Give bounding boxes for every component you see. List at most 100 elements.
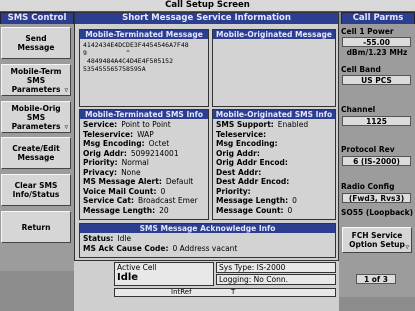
status-area: Active Cell Idle Sys Type: IS-2000 Loggi… <box>74 261 339 311</box>
cell-power-label[interactable]: Cell 1 Power <box>341 27 394 36</box>
field-value: Broadcast Emer <box>137 196 198 205</box>
field-label: Service: <box>83 120 118 129</box>
field-value: 0 Address vacant <box>172 243 238 253</box>
mo-info-row: Message Count: 0 <box>216 206 332 216</box>
softkey-label: Clear SMS Info/Status <box>12 181 60 199</box>
mo-message-panel: Mobile-Originated Message <box>212 29 336 107</box>
field-label: Dest Addr: <box>216 167 262 177</box>
mo-info-panel: Mobile-Originated SMS Info SMS Support: E… <box>212 109 336 220</box>
mt-info-row: Orig Addr: 5099214001 <box>83 149 205 159</box>
page-indicator[interactable]: 1 of 3 <box>356 274 396 284</box>
active-cell-value: Idle <box>117 272 139 283</box>
field-value: 0 <box>160 186 166 196</box>
logging-status: Logging: No Conn. <box>216 274 336 285</box>
ack-info-header: SMS Message Acknowledge Info <box>80 224 335 233</box>
field-label: Orig Addr: <box>216 148 260 158</box>
softkey-button-2[interactable]: Mobile-Term SMS Parameters ▿ <box>1 64 71 96</box>
indicator-bar: IntRef T <box>114 288 336 297</box>
mt-message-text: 4142434E4DCDE3F4454546A7F48 9 ^ 4849484A… <box>83 41 189 73</box>
more-arrow-icon: ▿ <box>64 123 68 131</box>
softkey-label: Mobile-Orig SMS Parameters <box>11 103 61 131</box>
field-label: Priority: <box>83 158 118 167</box>
ack-info-row: MS Ack Cause Code: 0 Address vacant <box>83 244 332 254</box>
active-cell-box: Active Cell Idle <box>114 262 214 286</box>
mt-info-row: MS Message Alert: Default <box>83 177 205 187</box>
field-label: Privacy: <box>83 167 118 177</box>
field-value: 0 <box>287 205 293 215</box>
field-label: Msg Encoding: <box>83 139 145 148</box>
field-value: 0 <box>292 196 297 205</box>
mo-info-header: Mobile-Originated SMS Info <box>213 110 335 119</box>
cell-band-value[interactable]: US PCS <box>342 75 411 85</box>
field-value: Normal <box>121 158 149 167</box>
radio-config-value[interactable]: (Fwd3, Rvs3) <box>342 193 411 203</box>
mo-info-rows: SMS Support: Enabled Teleservice: Msg Encod… <box>213 119 335 216</box>
left-softkey-column: Send Message Mobile-Term SMS Parameters ▿ M… <box>0 24 74 271</box>
mt-message-panel: Mobile-Terminated Message 4142434E4DCDE3… <box>79 29 209 107</box>
softkey-button-5[interactable]: Clear SMS Info/Status <box>1 174 71 206</box>
active-cell-label: Active Cell <box>117 263 157 272</box>
mt-info-row: Voice Mail Count: 0 <box>83 187 205 197</box>
field-label: Teleservice: <box>83 129 134 139</box>
more-arrow-icon: ▿ <box>405 243 409 251</box>
fch-service-option-button[interactable]: FCH Service Option Setup ▿ <box>342 227 412 253</box>
mo-info-row: Message Length: 0 <box>216 196 332 206</box>
field-label: Voice Mail Count: <box>83 186 157 196</box>
mt-info-rows: Service: Point to Point Teleservice: WAP Msg… <box>80 119 208 216</box>
field-label: Teleservice: <box>216 129 267 139</box>
ack-info-rows: Status: Idle MS Ack Cause Code: 0 Address v… <box>80 233 335 254</box>
field-value: Octet <box>148 139 170 148</box>
mt-info-row: Service: Point to Point <box>83 120 205 130</box>
softkey-button-3[interactable]: Mobile-Orig SMS Parameters ▿ <box>1 101 71 133</box>
mt-info-row: Msg Encoding: Octet <box>83 139 205 149</box>
softkey-label: Send Message <box>17 34 55 52</box>
field-label: Orig Addr Encod: <box>216 158 288 167</box>
field-label: Message Length: <box>216 196 289 205</box>
mo-info-row: Teleservice: <box>216 130 332 140</box>
center-title: Short Message Service Information <box>75 13 338 24</box>
field-label: Dest Addr Encod: <box>216 177 290 186</box>
field-label: SMS Support: <box>216 120 274 129</box>
cell-power-value[interactable]: -55.00 <box>342 37 411 47</box>
channel-value[interactable]: 1125 <box>342 116 411 126</box>
radio-config-label[interactable]: Radio Config <box>341 182 394 191</box>
field-value: Idle <box>117 234 132 243</box>
channel-label[interactable]: Channel <box>341 105 375 114</box>
fch-service-option-label: FCH Service Option Setup <box>349 231 405 249</box>
softkey-label: Return <box>21 222 51 232</box>
field-label: Message Length: <box>83 205 156 215</box>
field-label: Message Count: <box>216 205 284 215</box>
softkey-button-4[interactable]: Create/Edit Message <box>1 137 71 169</box>
ack-info-panel: SMS Message Acknowledge Info Status: Idle… <box>79 223 336 258</box>
field-label: Service Cat: <box>83 196 134 205</box>
call-parms-column: Cell 1 Power -55.00 dBm/1.23 MHz Cell Ba… <box>339 24 415 297</box>
sms-info-panel: Short Message Service Information Mobile… <box>74 12 339 261</box>
softkey-button-1[interactable]: Send Message <box>1 27 71 59</box>
field-value: Enabled <box>277 120 309 129</box>
mo-info-row: SMS Support: Enabled <box>216 120 332 130</box>
mo-info-row: Dest Addr: <box>216 168 332 178</box>
field-value: WAP <box>137 129 154 139</box>
protocol-rev-value[interactable]: 6 (IS-2000) <box>342 156 411 166</box>
mo-info-row: Dest Addr Encod: <box>216 177 332 187</box>
field-label: Status: <box>83 234 114 243</box>
field-label: MS Ack Cause Code: <box>83 243 169 253</box>
softkey-label: Mobile-Term SMS Parameters <box>10 66 62 94</box>
field-label: Msg Encoding: <box>216 139 278 148</box>
mt-info-header: Mobile-Terminated SMS Info <box>80 110 208 119</box>
sys-type: Sys Type: IS-2000 <box>216 262 336 273</box>
field-label: MS Message Alert: <box>83 177 162 186</box>
service-option-value[interactable]: SO55 (Loopback) <box>341 208 413 217</box>
mt-message-header: Mobile-Terminated Message <box>80 30 208 39</box>
field-label: Orig Addr: <box>83 148 127 158</box>
field-value: Point to Point <box>121 120 171 129</box>
field-value: 20 <box>159 205 169 215</box>
mt-info-row: Service Cat: Broadcast Emer <box>83 196 205 206</box>
field-value: None <box>121 167 141 177</box>
mt-info-row: Priority: Normal <box>83 158 205 168</box>
mt-info-row: Privacy: None <box>83 168 205 178</box>
softkey-button-6[interactable]: Return <box>1 211 71 243</box>
cell-band-label[interactable]: Cell Band <box>341 65 381 74</box>
more-arrow-icon: ▿ <box>64 86 68 94</box>
protocol-rev-label[interactable]: Protocol Rev <box>341 145 395 154</box>
